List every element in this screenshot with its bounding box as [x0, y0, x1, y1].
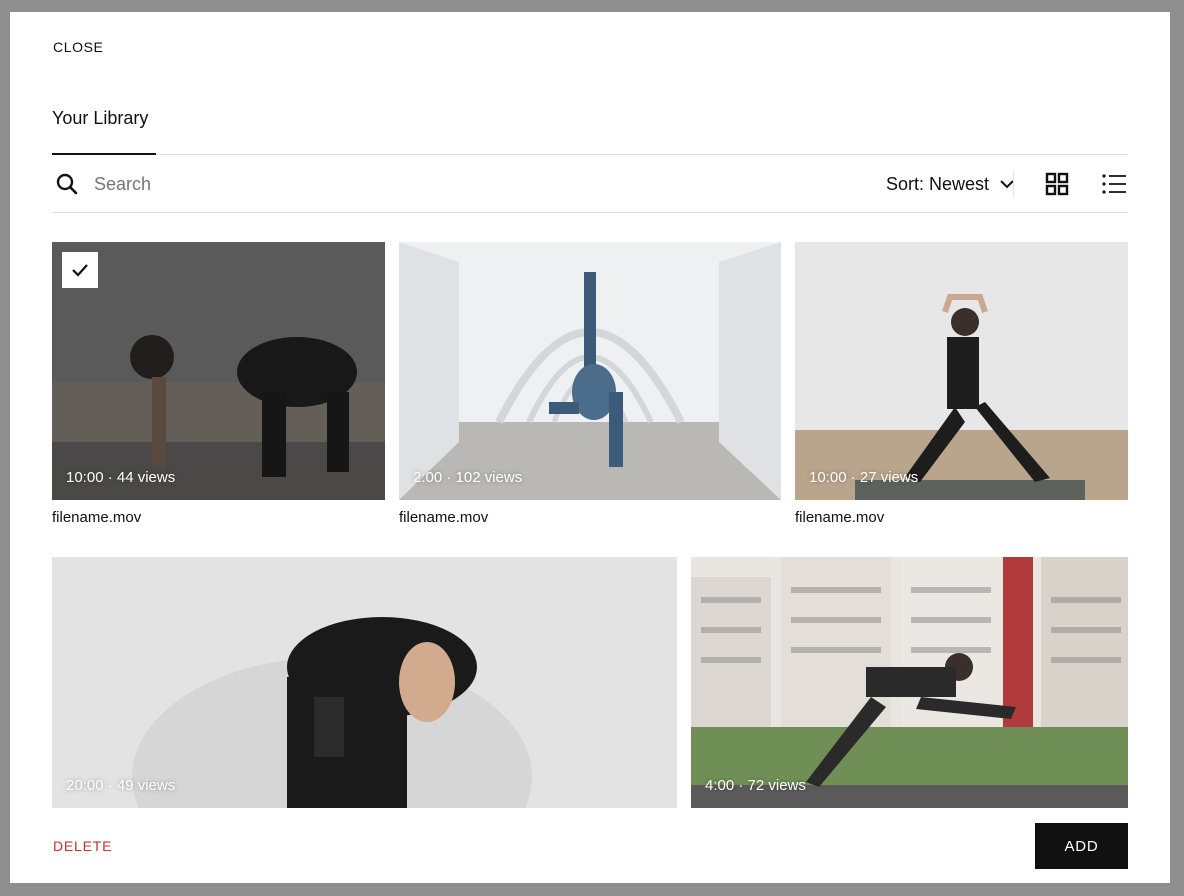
selection-checkbox[interactable] [62, 252, 98, 288]
close-button[interactable]: CLOSE [53, 39, 103, 55]
list-view-icon[interactable] [1101, 172, 1127, 196]
library-modal: CLOSE Your Library Sort: Newest [10, 12, 1170, 883]
grid-view-icon[interactable] [1045, 172, 1069, 196]
video-meta: 20:00 · 49 views [66, 777, 176, 794]
video-thumbnail [795, 242, 1128, 500]
sort-label: Sort: Newest [885, 173, 989, 194]
add-button[interactable]: ADD [1035, 823, 1128, 869]
library-item[interactable]: 10:00 · 44 views filename.mov [52, 242, 385, 532]
video-meta: 10:00 · 44 views [66, 469, 176, 486]
tab-bar: Your Library [52, 108, 1128, 155]
sort-dropdown[interactable]: Sort: Newest [886, 171, 1015, 197]
checkmark-icon [72, 264, 88, 277]
video-filename: filename.mov [52, 509, 142, 526]
library-item[interactable]: 4:00 · 72 views [691, 557, 1128, 808]
library-item[interactable]: 10:00 · 27 views filename.mov [795, 242, 1128, 532]
library-item[interactable]: 20:00 · 49 views [52, 557, 677, 808]
video-thumbnail [52, 242, 385, 500]
search-input[interactable] [94, 169, 394, 199]
search-icon [56, 173, 78, 195]
video-filename: filename.mov [795, 509, 885, 526]
library-toolbar: Sort: Newest [52, 155, 1128, 213]
video-thumbnail [691, 557, 1128, 808]
video-meta: 10:00 · 27 views [809, 469, 919, 486]
video-thumbnail [399, 242, 781, 500]
library-item[interactable]: 2:00 · 102 views filename.mov [399, 242, 781, 532]
tab-your-library[interactable]: Your Library [52, 108, 156, 155]
toolbar-divider [1013, 170, 1014, 198]
video-meta: 2:00 · 102 views [413, 469, 523, 486]
video-filename: filename.mov [399, 509, 489, 526]
delete-button[interactable]: DELETE [53, 838, 112, 854]
video-thumbnail [52, 557, 677, 808]
video-meta: 4:00 · 72 views [705, 777, 806, 794]
